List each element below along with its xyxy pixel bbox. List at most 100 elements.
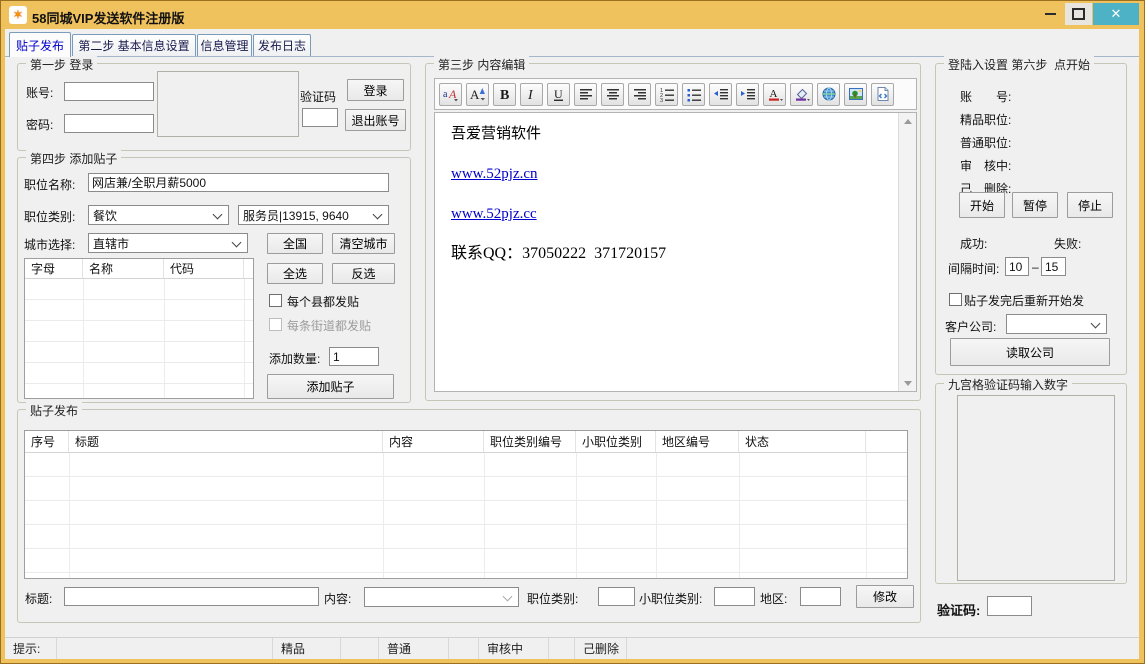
job-category-select[interactable]: 餐饮 [88,205,229,225]
svg-text:3: 3 [660,98,663,102]
minimize-icon [1045,13,1056,15]
job-category-label: 职位类别: [24,208,75,225]
tab-3[interactable]: 信息管理 [197,34,252,56]
login-captcha-image[interactable] [157,71,299,137]
edit-title-input[interactable] [64,587,319,606]
company-label: 客户公司: [945,318,996,335]
job-subcategory-select[interactable]: 服务员|13915, 9640 [238,205,389,225]
toolbar-font-color-button[interactable]: A [763,83,786,106]
column-header-2[interactable]: 名称 [83,259,164,278]
editor-text-line: 联系QQ：37050222 371720157 [451,245,892,263]
toolbar-html-source-button[interactable] [871,83,894,106]
restart-checkbox[interactable] [949,293,962,306]
toolbar-italic-button[interactable]: I [520,83,543,106]
job-name-input[interactable] [88,173,389,192]
toolbar-indent-button[interactable] [736,83,759,106]
add-post-group: 第四步 添加贴子 职位名称: 职位类别: 餐饮 服务员|13915, 9640 … [17,157,411,403]
interval-to-input[interactable] [1041,257,1066,276]
nationwide-button[interactable]: 全国 [267,233,323,254]
ordered-list-icon: 123 [659,86,675,102]
toolbar-align-right-button[interactable] [628,83,651,106]
toolbar-outdent-button[interactable] [709,83,732,106]
scroll-down-button[interactable] [899,375,916,391]
scroll-up-button[interactable] [899,113,916,129]
column-header-5[interactable]: 小职位类别 [576,431,656,452]
tab-2[interactable]: 第二步 基本信息设置 [72,34,196,56]
toolbar-align-left-button[interactable] [574,83,597,106]
stat-label-3: 普通职位: [960,134,1011,151]
street-checkbox[interactable] [269,318,282,331]
status-normal-value [449,638,479,659]
column-header-3[interactable]: 内容 [383,431,484,452]
status-premium-label: 精品 [273,638,341,659]
maximize-button[interactable] [1065,3,1092,25]
password-input[interactable] [64,114,154,133]
column-divider [83,279,84,398]
edit-content-select[interactable] [364,587,519,607]
app-icon[interactable]: ✶ [9,6,27,24]
stop-button[interactable]: 停止 [1067,192,1113,218]
login-group: 第一步 登录 账号: 密码: 验证码 登录 退出账号 [17,63,411,151]
minimize-button[interactable] [1036,3,1064,25]
editor-content-area[interactable]: 吾爱营销软件www.52pjz.cnwww.52pjz.cc联系QQ：37050… [434,112,917,392]
nine-grid-captcha-image[interactable] [957,395,1115,581]
column-header-1[interactable]: 字母 [25,259,83,278]
company-select[interactable] [1006,314,1107,334]
toolbar-ordered-list-button[interactable]: 123 [655,83,678,106]
logout-button[interactable]: 退出账号 [345,109,406,131]
toolbar-unordered-list-button[interactable] [682,83,705,106]
invert-select-button[interactable]: 反选 [332,263,395,284]
clear-cities-button[interactable]: 清空城市 [332,233,395,254]
column-header-1[interactable]: 序号 [25,431,69,452]
account-label: 账号: [26,84,53,101]
column-header-7[interactable]: 状态 [739,431,866,452]
read-company-button[interactable]: 读取公司 [950,338,1110,366]
toolbar-highlight-color-button[interactable] [790,83,813,106]
toolbar-image-button[interactable] [844,83,867,106]
edit-region-label: 地区: [760,590,787,607]
city-select[interactable]: 直辖市 [88,233,248,253]
toolbar-font-name-button[interactable]: aA [439,83,462,106]
toolbar-hyperlink-button[interactable] [817,83,840,106]
status-normal-label: 普通 [379,638,449,659]
close-button[interactable]: ✕ [1093,3,1139,25]
align-center-icon [605,86,621,102]
stat-label-2: 精品职位: [960,111,1011,128]
interval-from-input[interactable] [1005,257,1029,276]
content-link[interactable]: www.52pjz.cc [451,206,537,222]
edit-title-label: 标题: [25,590,52,607]
login-button[interactable]: 登录 [347,79,404,101]
toolbar-align-center-button[interactable] [601,83,624,106]
tab-1[interactable]: 贴子发布 [9,32,71,57]
job-subcategory-value: 服务员|13915, 9640 [243,207,349,224]
pause-button[interactable]: 暂停 [1012,192,1058,218]
add-post-button[interactable]: 添加贴子 [267,374,394,399]
edit-region-input[interactable] [800,587,841,606]
column-header-2[interactable]: 标题 [69,431,383,452]
select-all-button[interactable]: 全选 [267,263,323,284]
content-link[interactable]: www.52pjz.cn [451,166,538,182]
captcha-input[interactable] [302,108,338,127]
toolbar-bold-button[interactable]: B [493,83,516,106]
tab-4[interactable]: 发布日志 [253,34,311,56]
column-header-4[interactable]: 职位类别编号 [484,431,576,452]
add-count-input[interactable] [329,347,379,366]
code-input[interactable] [987,596,1032,616]
status-deleted-label: 己删除 [575,638,627,659]
column-header-filler [866,431,907,452]
column-header-6[interactable]: 地区编号 [656,431,739,452]
start-button[interactable]: 开始 [959,192,1005,218]
account-input[interactable] [64,82,154,101]
font-name-icon: aA [443,86,459,102]
county-checkbox[interactable] [269,294,282,307]
column-divider [69,453,70,578]
toolbar-font-size-button[interactable]: A [466,83,489,106]
edit-subcategory-input[interactable] [714,587,755,606]
column-header-3[interactable]: 代码 [164,259,244,278]
highlight-color-icon [794,86,810,102]
toolbar-underline-button[interactable]: U [547,83,570,106]
editor-scrollbar[interactable] [898,113,916,391]
modify-button[interactable]: 修改 [856,585,914,608]
chevron-down-icon [1091,319,1101,329]
edit-category-input[interactable] [598,587,635,606]
